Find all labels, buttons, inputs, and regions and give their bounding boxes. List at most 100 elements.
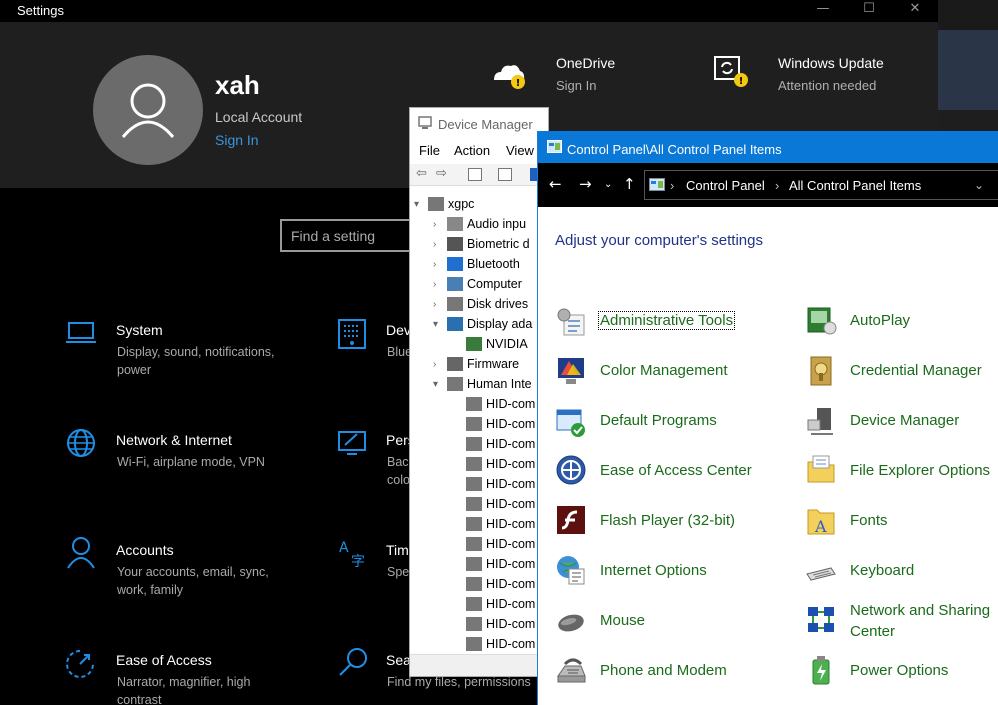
category-time-title[interactable]: Tim — [386, 542, 409, 558]
category-search-title[interactable]: Sea — [386, 652, 409, 668]
cp-item-ease-of-access-center[interactable]: Ease of Access Center — [600, 460, 752, 481]
cp-item-fonts[interactable]: Fonts — [850, 510, 888, 531]
tree-item[interactable]: HID-com — [452, 434, 535, 454]
chevron-right-icon[interactable]: › — [433, 259, 447, 270]
windows-update-title[interactable]: Windows Update — [778, 55, 884, 71]
recent-locations-chevron-icon[interactable]: ⌄ — [604, 179, 612, 190]
tree-item[interactable]: HID-com — [452, 614, 535, 634]
category-system-title[interactable]: System — [116, 322, 163, 338]
onedrive-subtitle[interactable]: Sign In — [556, 78, 596, 93]
tree-item[interactable]: › Biometric d — [433, 234, 530, 254]
windows-update-icon[interactable]: ! — [712, 54, 752, 92]
cp-item-phone-and-modem[interactable]: Phone and Modem — [600, 660, 727, 681]
tree-item[interactable]: HID-com — [452, 414, 535, 434]
tree-item[interactable]: HID-com — [452, 634, 535, 654]
back-arrow-icon[interactable]: ⇦ — [416, 166, 427, 181]
cp-item-credential-manager[interactable]: Credential Manager — [850, 360, 982, 381]
category-personalization-title[interactable]: Pers — [386, 432, 409, 448]
tree-item[interactable]: › Disk drives — [433, 294, 528, 314]
menu-view[interactable]: View — [506, 143, 534, 158]
tree-item[interactable]: HID-com — [452, 454, 535, 474]
device-manager-icon — [807, 408, 833, 435]
tree-item[interactable]: ▾ Human Inte — [433, 374, 532, 394]
tree-item-label: HID-com — [486, 577, 536, 591]
properties-icon[interactable] — [468, 168, 482, 181]
onedrive-title[interactable]: OneDrive — [556, 55, 615, 71]
breadcrumb-all-items[interactable]: All Control Panel Items — [789, 178, 921, 193]
category-network-title[interactable]: Network & Internet — [116, 432, 232, 448]
file-explorer-options-icon — [807, 455, 835, 483]
person-icon — [67, 537, 95, 569]
device-icon — [466, 397, 482, 411]
tree-item[interactable]: HID-com — [452, 594, 535, 614]
cp-item-keyboard[interactable]: Keyboard — [850, 560, 914, 581]
device-icon — [466, 457, 482, 471]
cp-item-device-manager[interactable]: Device Manager — [850, 410, 959, 431]
up-arrow-icon[interactable]: ↑ — [623, 175, 636, 193]
menu-action[interactable]: Action — [454, 143, 490, 158]
tree-item[interactable]: HID-com — [452, 494, 535, 514]
cp-item-file-explorer-options[interactable]: File Explorer Options — [850, 460, 990, 481]
cp-item-mouse[interactable]: Mouse — [600, 610, 645, 631]
tree-item[interactable]: HID-com — [452, 574, 535, 594]
tree-item[interactable]: HID-com — [452, 554, 535, 574]
cp-item-flash-player[interactable]: Flash Player (32-bit) — [600, 510, 735, 531]
laptop-icon — [66, 322, 96, 343]
chevron-right-icon[interactable]: › — [433, 359, 447, 370]
avatar[interactable] — [93, 55, 203, 165]
tree-item[interactable]: HID-com — [452, 474, 535, 494]
menu-file[interactable]: File — [419, 143, 440, 158]
chevron-right-icon[interactable]: › — [433, 239, 447, 250]
device-icon — [466, 557, 482, 571]
tree-item[interactable]: HID-com — [452, 534, 535, 554]
chevron-right-icon[interactable]: › — [433, 219, 447, 230]
maximize-button[interactable]: ☐ — [846, 0, 892, 22]
chevron-down-icon[interactable]: ▾ — [433, 319, 447, 330]
device-icon — [466, 337, 482, 351]
tree-item[interactable]: › Computer — [433, 274, 522, 294]
windows-update-subtitle[interactable]: Attention needed — [778, 78, 876, 93]
sign-in-link[interactable]: Sign In — [215, 132, 259, 148]
forward-arrow-icon[interactable]: ⇨ — [436, 166, 447, 181]
tree-item[interactable]: › Bluetooth — [433, 254, 520, 274]
tree-item[interactable]: HID-com — [452, 394, 535, 414]
cp-item-default-programs[interactable]: Default Programs — [600, 410, 717, 431]
cp-item-power-options[interactable]: Power Options — [850, 660, 948, 681]
category-devices-title[interactable]: Dev — [386, 322, 409, 338]
onedrive-icon[interactable]: ! — [490, 58, 530, 94]
tree-item[interactable]: › Firmware — [433, 354, 519, 374]
cp-item-autoplay[interactable]: AutoPlay — [850, 310, 910, 331]
chevron-right-icon[interactable]: › — [433, 299, 447, 310]
cp-item-network-and-sharing[interactable]: Network and Sharing Center — [850, 600, 990, 642]
minimize-button[interactable]: — — [800, 0, 846, 22]
forward-arrow-icon[interactable]: → — [579, 175, 592, 193]
back-arrow-icon[interactable]: ← — [549, 175, 562, 193]
tree-item[interactable]: › Audio inpu — [433, 214, 526, 234]
chevron-down-icon[interactable]: ▾ — [433, 379, 447, 390]
cp-item-internet-options[interactable]: Internet Options — [600, 560, 707, 581]
breadcrumb-control-panel[interactable]: Control Panel — [686, 178, 765, 193]
search-input[interactable]: Find a setting — [280, 219, 420, 252]
cp-item-administrative-tools[interactable]: Administrative Tools — [597, 310, 736, 331]
device-icon — [466, 577, 482, 591]
person-icon — [121, 83, 175, 138]
tree-item[interactable]: HID-com — [452, 514, 535, 534]
tree-item[interactable]: ▾ Display ada — [433, 314, 532, 334]
tree-root[interactable]: ▾ xgpc — [414, 194, 474, 214]
horizontal-scrollbar[interactable] — [410, 654, 548, 676]
chevron-down-icon[interactable]: ⌄ — [974, 178, 984, 192]
address-bar[interactable]: › Control Panel › All Control Panel Item… — [644, 170, 998, 200]
category-personalization-desc: Back colo — [387, 455, 409, 487]
tree-item-label: Biometric d — [467, 237, 530, 251]
category-accounts-title[interactable]: Accounts — [116, 542, 174, 558]
help-icon[interactable] — [498, 168, 512, 181]
control-panel-titlebar: Control Panel\All Control Panel Items — [538, 131, 998, 163]
chevron-down-icon[interactable]: ▾ — [414, 199, 428, 210]
close-button[interactable]: ✕ — [892, 0, 938, 22]
tree-item-label: HID-com — [486, 497, 536, 511]
cp-item-color-management[interactable]: Color Management — [600, 360, 728, 381]
category-ease-title[interactable]: Ease of Access — [116, 652, 212, 668]
chevron-right-icon[interactable]: › — [433, 279, 447, 290]
flash-player-icon — [557, 506, 585, 534]
tree-item[interactable]: NVIDIA — [452, 334, 528, 354]
